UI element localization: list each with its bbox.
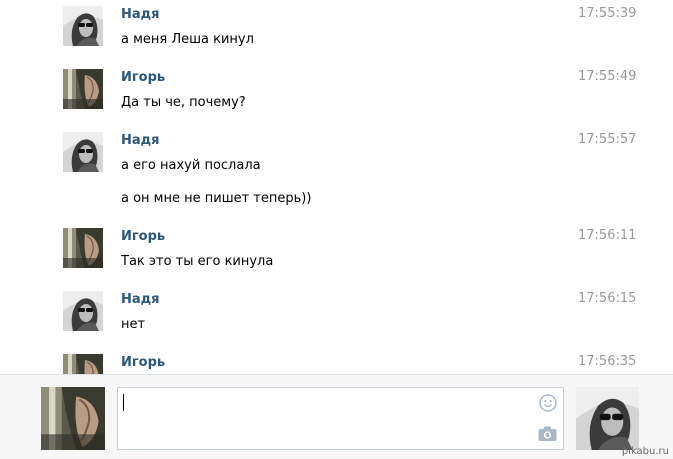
watermark: pikabu.ru	[621, 446, 669, 457]
sender-avatar[interactable]	[63, 132, 103, 172]
emoji-icon[interactable]	[539, 394, 557, 412]
message-time: 17:55:57	[578, 132, 637, 147]
message-group: Надя 17:55:57 а его нахуй послала а он мне …	[0, 126, 673, 222]
sender-avatar[interactable]	[63, 354, 103, 374]
sender-avatar[interactable]	[63, 228, 103, 268]
message-time: 17:55:39	[578, 6, 637, 21]
message-text: а меня Леша кинул	[121, 32, 254, 47]
message-time: 17:56:11	[578, 228, 637, 243]
message-time: 17:55:49	[578, 69, 637, 84]
message-text: а он мне не пишет теперь))	[121, 191, 312, 206]
sender-name[interactable]: Игорь	[121, 355, 165, 370]
message-text: нет	[121, 317, 146, 332]
sender-avatar[interactable]	[63, 291, 103, 331]
chat-history[interactable]: Надя 17:55:39 а меня Леша кинул Игорь 17:55:…	[0, 0, 673, 374]
sender-name[interactable]: Надя	[121, 292, 160, 307]
sender-name[interactable]: Надя	[121, 133, 160, 148]
message-time: 17:56:15	[578, 291, 637, 306]
sender-avatar[interactable]	[63, 6, 103, 46]
message-group: Игорь 17:55:49 Да ты че, почему?	[0, 63, 673, 126]
sender-name[interactable]: Надя	[121, 7, 160, 22]
message-text: Да ты че, почему?	[121, 95, 246, 110]
text-caret	[123, 394, 124, 411]
message-text: Так это ты его кинула	[121, 254, 274, 269]
message-input[interactable]	[117, 387, 564, 450]
message-group: Игорь 17:56:11 Так это ты его кинула	[0, 222, 673, 285]
message-time: 17:56:35	[578, 354, 637, 369]
message-text: а его нахуй послала	[121, 158, 261, 173]
message-group: Надя 17:55:39 а меня Леша кинул	[0, 0, 673, 63]
compose-peer-avatar[interactable]	[576, 387, 639, 450]
compose-user-avatar[interactable]	[41, 387, 105, 450]
message-group: Игорь 17:56:35	[0, 348, 673, 374]
message-group: Надя 17:56:15 нет	[0, 285, 673, 348]
sender-name[interactable]: Игорь	[121, 70, 165, 85]
sender-avatar[interactable]	[63, 69, 103, 109]
compose-bar: pikabu.ru	[0, 374, 673, 459]
sender-name[interactable]: Игорь	[121, 229, 165, 244]
camera-icon[interactable]	[538, 426, 557, 442]
